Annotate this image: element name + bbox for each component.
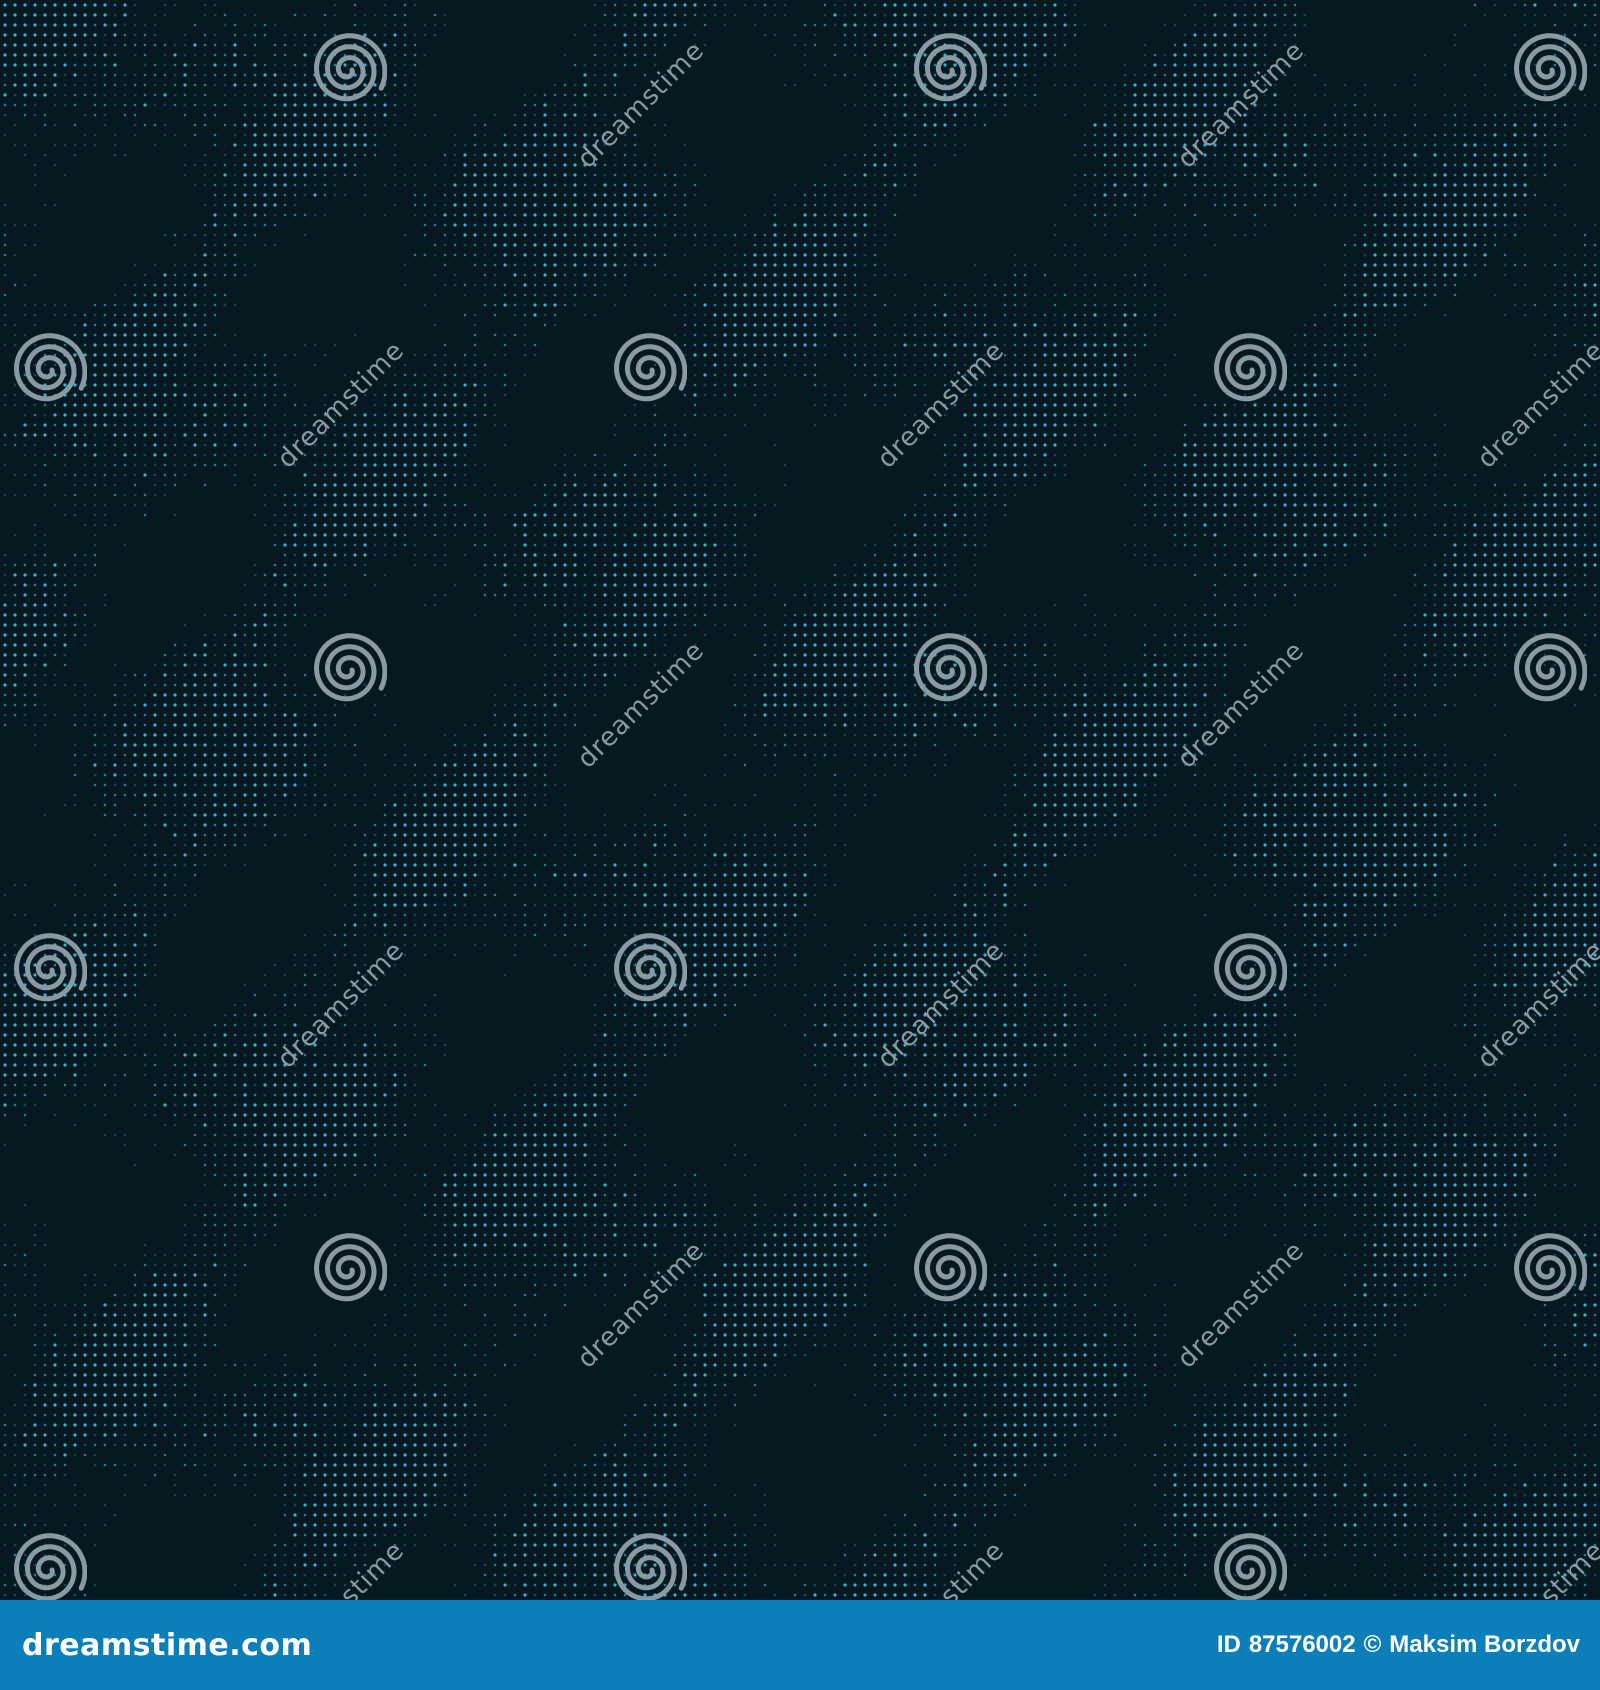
brand-text: dreamstime.com xyxy=(22,1627,313,1663)
footer-bar: dreamstime.com ID 87576002 © Maksim Borz… xyxy=(0,1600,1600,1690)
dot-cluster-0 xyxy=(3,3,1597,1597)
dot-cluster-2 xyxy=(3,3,1597,1597)
stock-image: dreamstime dreamstime dreamstime dreamstime… xyxy=(0,0,1600,1690)
footer-brand: dreamstime.com xyxy=(22,1628,312,1663)
author-name: Maksim Borzdov xyxy=(1389,1631,1580,1658)
copyright-symbol: © xyxy=(1363,1631,1382,1658)
image-credit: ID 87576002 © Maksim Borzdov xyxy=(1217,1631,1580,1659)
dot-grid-svg xyxy=(3,3,1597,1597)
dotted-pattern-artwork: dreamstime dreamstime dreamstime dreamstime… xyxy=(0,0,1600,1600)
halftone-dot-field xyxy=(0,0,1600,1600)
dot-cluster-1 xyxy=(3,3,1597,1597)
id-value: 87576002 xyxy=(1248,1631,1356,1658)
id-label: ID xyxy=(1216,1631,1241,1658)
